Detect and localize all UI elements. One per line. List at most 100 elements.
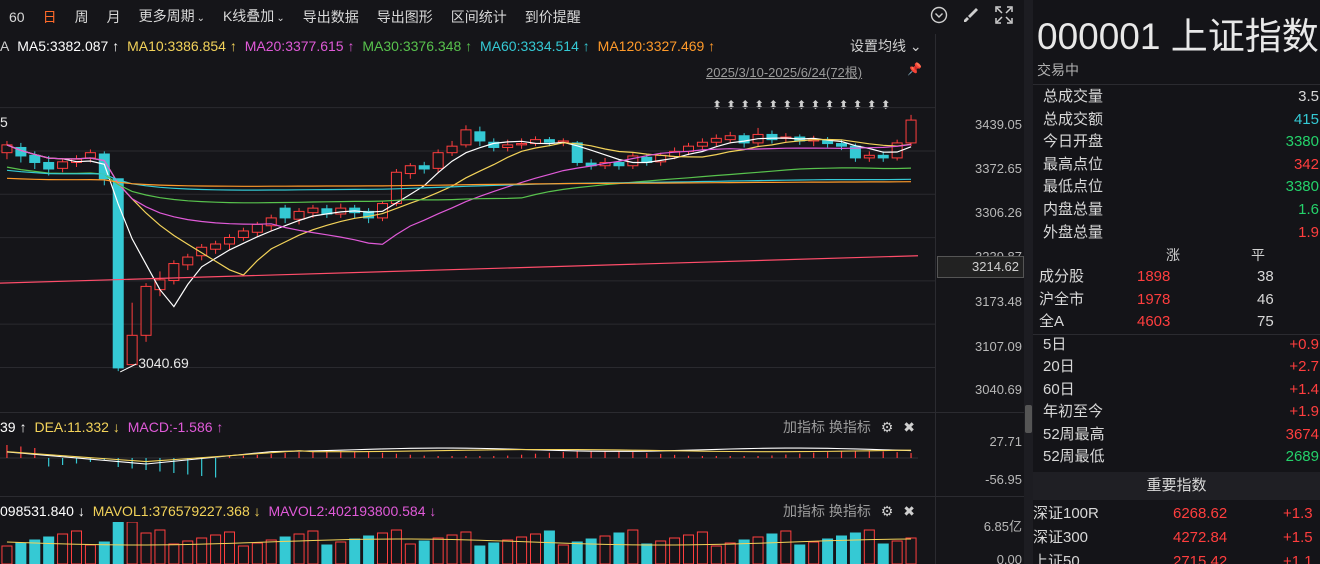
volume-bar xyxy=(613,532,625,564)
index-price: 2715.42 xyxy=(1173,553,1228,564)
index-change: +1.5 xyxy=(1283,529,1313,546)
more-periods-label: 更多周期 xyxy=(138,7,195,24)
candle xyxy=(696,141,708,147)
volume-bar xyxy=(349,538,361,564)
candle xyxy=(307,207,319,214)
important-indices-header: 重要指数 xyxy=(1033,472,1320,500)
export-data-button[interactable]: 导出数据 xyxy=(294,0,368,34)
volume-bar xyxy=(752,536,764,564)
index-name: 深证300 xyxy=(1033,529,1089,546)
candle xyxy=(613,161,625,167)
stat-value: 1.9 xyxy=(1298,223,1319,241)
candle xyxy=(223,236,236,245)
range-stats-button[interactable]: 区间统计 xyxy=(442,0,516,34)
period-day[interactable]: 日 xyxy=(34,0,66,34)
kline-overlay-dropdown[interactable]: K线叠加 ⌄ xyxy=(214,0,294,36)
close-icon[interactable]: ✖ xyxy=(903,419,915,435)
period-week[interactable]: 周 xyxy=(66,0,98,34)
pane-divider xyxy=(0,412,1024,413)
divider xyxy=(1033,84,1320,85)
volume-bar xyxy=(126,522,138,564)
stat-value: 3.5 xyxy=(1298,88,1319,105)
candle xyxy=(724,135,736,141)
volume-bar xyxy=(265,539,277,564)
macd-controls: 加指标 换指标 ⚙ ✖ xyxy=(783,415,915,439)
volume-bar xyxy=(223,531,236,564)
stat-value: 1.6 xyxy=(1298,201,1319,218)
macd-value: MACD:-1.586 ↑ xyxy=(127,419,224,435)
low-marker-label: 3040.69 xyxy=(138,355,189,371)
volume-bar xyxy=(794,544,806,564)
candle xyxy=(279,207,291,219)
candle xyxy=(460,129,472,146)
stat-row: 总成交额 415 xyxy=(1043,109,1320,131)
volume-chart[interactable] xyxy=(0,522,935,564)
candle xyxy=(210,243,222,250)
volume-bar xyxy=(251,542,263,564)
toolbar-icons xyxy=(930,0,1014,34)
candle xyxy=(126,334,138,366)
volume-bar xyxy=(154,529,166,564)
volume-bar xyxy=(460,531,472,564)
candle xyxy=(29,154,41,163)
index-change: +1.3 xyxy=(1283,505,1313,522)
panel-scrollbar[interactable] xyxy=(1024,0,1033,564)
volume-bar xyxy=(168,543,180,564)
stat-row: 今日开盘 3380 xyxy=(1043,131,1320,153)
price-alert-button[interactable]: 到价提醒 xyxy=(516,0,590,34)
macd-dea-value: DEA:11.332 ↓ xyxy=(34,419,120,435)
volume-bar xyxy=(696,531,708,564)
period-60[interactable]: 60 xyxy=(0,0,34,34)
volume-bar xyxy=(237,545,249,564)
index-row[interactable]: 深证100R 6268.62 +1.3 xyxy=(1033,502,1320,526)
candle xyxy=(140,285,152,336)
draw-brush-icon[interactable] xyxy=(962,6,980,28)
volume-bar xyxy=(571,541,583,564)
volume-bar xyxy=(293,533,305,564)
stat-row: 最低点位 3380 xyxy=(1043,176,1320,198)
add-indicator-button[interactable]: 加指标 xyxy=(783,503,825,519)
candle xyxy=(251,223,263,233)
gear-icon[interactable]: ⚙ xyxy=(881,503,894,519)
breadth-up-count: 4603 xyxy=(1137,313,1171,330)
volume-bar xyxy=(877,543,889,564)
performance-row: 20日 +2.7 xyxy=(1043,356,1320,378)
period-month[interactable]: 月 xyxy=(98,0,130,34)
stat-value: 415 xyxy=(1293,110,1319,128)
scrollbar-thumb[interactable] xyxy=(1025,405,1032,433)
collapse-icon[interactable] xyxy=(930,6,948,28)
switch-indicator-button[interactable]: 换指标 xyxy=(829,503,871,519)
more-periods-dropdown[interactable]: 更多周期 ⌄ xyxy=(130,0,214,36)
add-indicator-button[interactable]: 加指标 xyxy=(783,419,825,435)
index-row[interactable]: 深证300 4272.84 +1.5 xyxy=(1033,526,1320,550)
chevron-down-icon: ⌄ xyxy=(276,12,285,24)
switch-indicator-button[interactable]: 换指标 xyxy=(829,419,871,435)
index-name: 深证100R xyxy=(1033,505,1099,522)
app-root: 60 日 周 月 更多周期 ⌄ K线叠加 ⌄ 导出数据 导出图形 区间统计 到价提醒… xyxy=(0,0,1320,564)
volume-bar xyxy=(808,541,820,564)
volume-bar xyxy=(98,541,110,564)
volume-bar xyxy=(557,544,569,564)
index-row[interactable]: 上证50 2715.42 +1.1 xyxy=(1033,550,1320,564)
export-image-button[interactable]: 导出图形 xyxy=(368,0,442,34)
breadth-label: 沪全市 xyxy=(1039,290,1085,308)
price-axis-label: 3306.26 xyxy=(975,205,1022,220)
gear-icon[interactable]: ⚙ xyxy=(881,419,894,435)
volume-bar xyxy=(585,538,597,564)
performance-row: 5日 +0.9 xyxy=(1043,334,1320,356)
candle xyxy=(474,131,486,142)
performance-row: 52周最低 2689 xyxy=(1043,446,1320,468)
close-icon[interactable]: ✖ xyxy=(903,503,915,519)
vol-axis-top: 6.85亿 xyxy=(983,519,1022,534)
candle xyxy=(237,230,249,238)
volume-bar xyxy=(682,534,695,564)
volume-bar xyxy=(780,530,792,564)
fullscreen-icon[interactable] xyxy=(994,5,1014,29)
price-axis-label: 3372.65 xyxy=(975,161,1022,176)
candle xyxy=(112,178,124,369)
volume-bar xyxy=(210,534,222,564)
kline-chart[interactable]: 3040.69 5 xyxy=(0,34,935,414)
stat-row: 最高点位 342 xyxy=(1043,154,1320,176)
macd-chart[interactable] xyxy=(0,438,935,496)
candle xyxy=(905,119,917,144)
